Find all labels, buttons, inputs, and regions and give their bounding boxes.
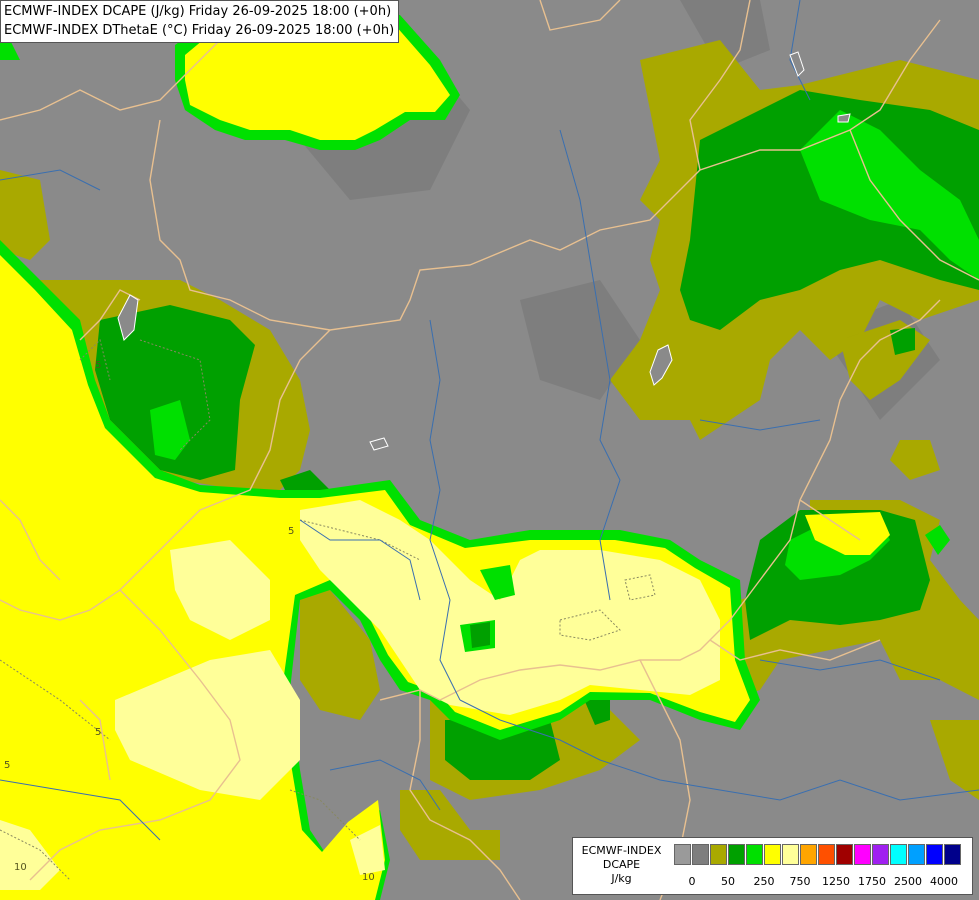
legend-swatch xyxy=(800,844,817,865)
legend-tick-label: 50 xyxy=(721,875,735,888)
legend-swatch xyxy=(764,844,781,865)
legend-swatch xyxy=(854,844,871,865)
legend-swatch xyxy=(944,844,961,865)
legend-swatch xyxy=(908,844,925,865)
legend-swatch xyxy=(890,844,907,865)
legend-swatch xyxy=(710,844,727,865)
map-title-box: ECMWF-INDEX DCAPE (J/kg) Friday 26-09-20… xyxy=(0,0,400,43)
legend-tick-label: 0 xyxy=(688,875,696,888)
legend-tick-label: 4000 xyxy=(930,875,958,888)
legend-swatch xyxy=(836,844,853,865)
legend-swatch xyxy=(782,844,799,865)
legend-swatch xyxy=(872,844,889,865)
contour-label-10a: 10 xyxy=(14,862,27,873)
legend-swatch xyxy=(728,844,745,865)
contour-label-5c: 5 xyxy=(4,760,10,771)
legend-swatch xyxy=(926,844,943,865)
legend-tick-label: 2500 xyxy=(894,875,922,888)
legend-tick-label: 1750 xyxy=(858,875,886,888)
legend-tick-label: 750 xyxy=(789,875,811,888)
forecast-map: 5 5 5 5 10 10 xyxy=(0,0,979,900)
legend-swatch xyxy=(746,844,763,865)
legend-caption: ECMWF-INDEX DCAPE J/kg xyxy=(573,844,670,886)
map-view: 5 5 5 5 10 10 ECMWF-INDEX DCAPE (J/kg) F… xyxy=(0,0,979,900)
legend-parameter: DCAPE xyxy=(602,858,641,871)
contour-label-10b: 10 xyxy=(362,872,375,883)
contour-label-5d: 5 xyxy=(95,360,101,371)
legend-swatches xyxy=(674,844,962,865)
legend-unit: J/kg xyxy=(611,872,632,885)
title-dthetae: ECMWF-INDEX DThetaE (°C) Friday 26-09-20… xyxy=(4,23,395,38)
legend-model: ECMWF-INDEX xyxy=(581,844,662,857)
title-dcape: ECMWF-INDEX DCAPE (J/kg) Friday 26-09-20… xyxy=(4,4,392,19)
legend-swatch xyxy=(674,844,691,865)
legend-tick-label: 1250 xyxy=(822,875,850,888)
legend-tick-label: 250 xyxy=(753,875,775,888)
legend-swatch xyxy=(818,844,835,865)
color-legend: ECMWF-INDEX DCAPE J/kg 0 50 250 750 1250 1750… xyxy=(572,837,973,895)
contour-label-5a: 5 xyxy=(288,526,294,537)
legend-swatch xyxy=(692,844,709,865)
contour-label-5b: 5 xyxy=(95,727,101,738)
